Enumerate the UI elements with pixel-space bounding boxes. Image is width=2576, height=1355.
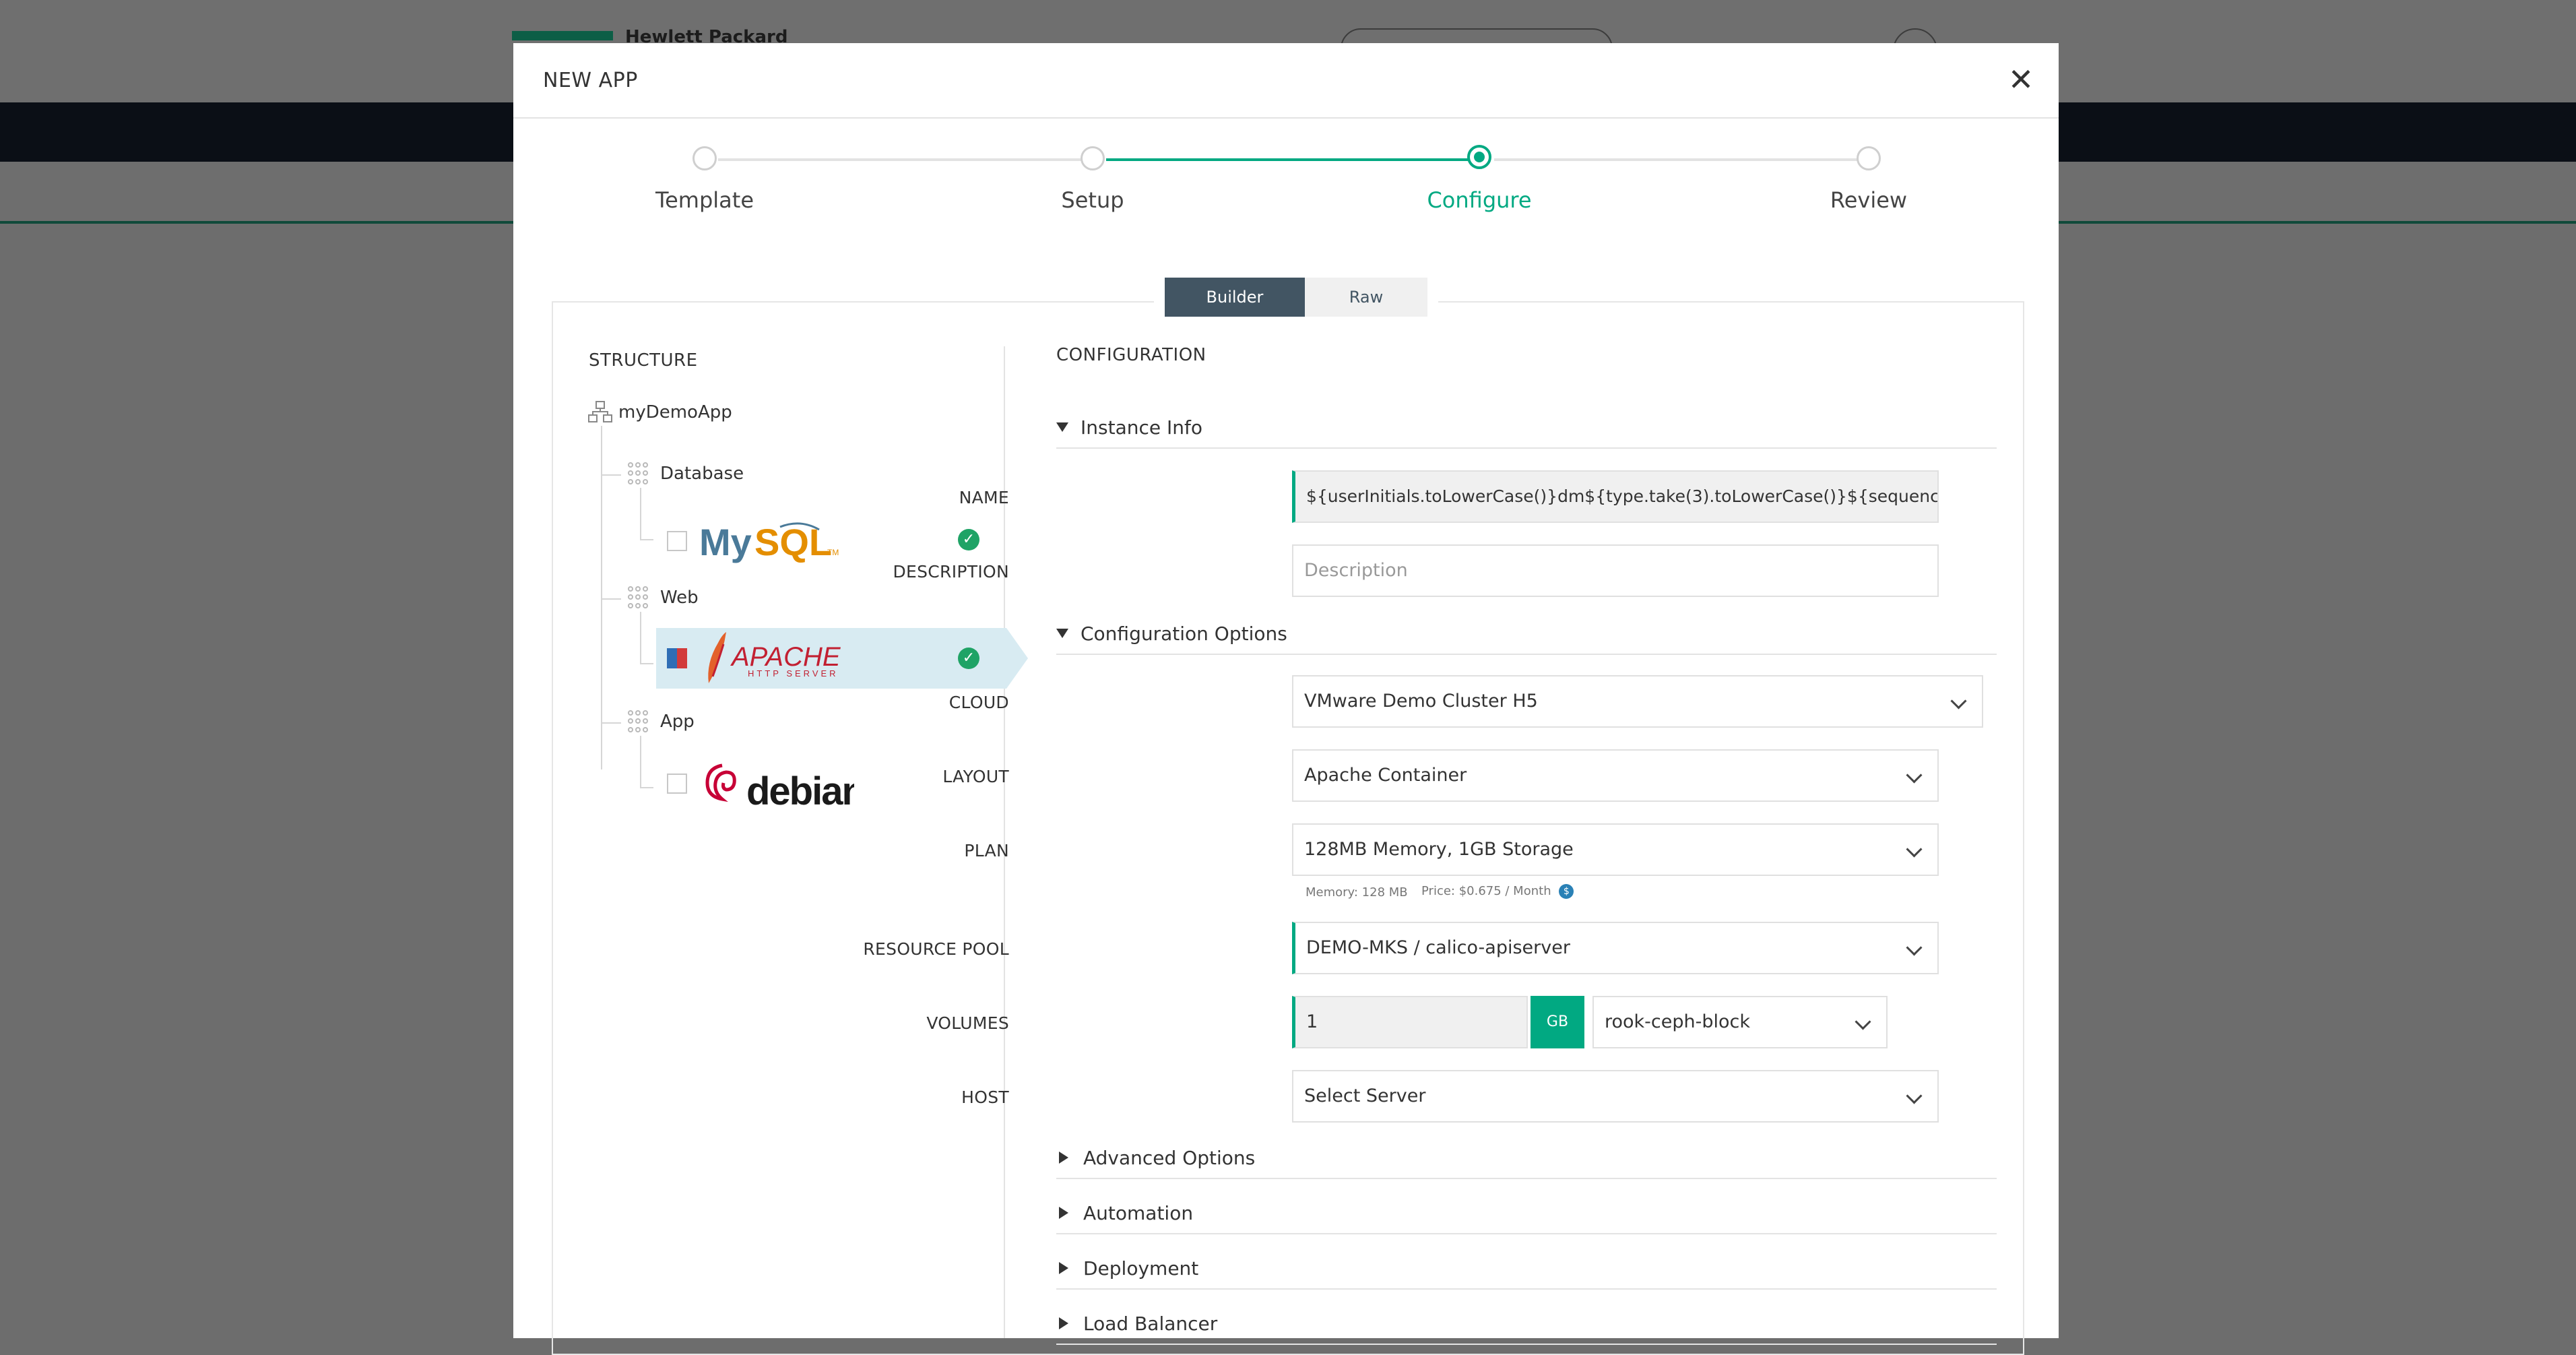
host-select[interactable]: Select Server <box>1292 1070 1939 1123</box>
step-label-configure[interactable]: Configure <box>1378 187 1580 213</box>
instance-info-section[interactable]: Instance Info <box>1056 407 1997 449</box>
section-label: Automation <box>1083 1201 1194 1224</box>
app-structure-icon <box>588 401 612 422</box>
group-label: Database <box>660 464 744 484</box>
view-toggle: Builder Raw <box>1154 278 1438 317</box>
section-label: Configuration Options <box>1081 622 1287 645</box>
step-circle-configure[interactable] <box>1467 145 1491 169</box>
price-info-icon[interactable]: $ <box>1559 884 1574 899</box>
deployment-section[interactable]: Deployment <box>1056 1248 1997 1290</box>
brand-logo-bar <box>512 31 613 40</box>
tree-connector <box>640 612 641 664</box>
tree-group-web[interactable]: Web <box>628 586 699 609</box>
plan-select[interactable]: 128MB Memory, 1GB Storage <box>1292 823 1939 876</box>
volume-unit-button[interactable]: GB <box>1531 996 1584 1048</box>
tree-group-database[interactable]: Database <box>628 462 744 485</box>
configuration-title: CONFIGURATION <box>1056 345 1206 365</box>
mysql-logo: My SQL TM <box>699 521 839 563</box>
structure-title: STRUCTURE <box>589 350 698 371</box>
step-label-review[interactable]: Review <box>1768 187 1970 213</box>
instance-layout-icon <box>667 648 687 668</box>
instance-row-apache[interactable]: APACHE HTTP SERVER ✓ <box>656 628 1006 689</box>
tree-group-app[interactable]: App <box>628 710 695 733</box>
complete-check-icon: ✓ <box>958 529 979 550</box>
layout-label: LAYOUT <box>942 767 1009 786</box>
tree-connector <box>601 598 621 600</box>
tree-root[interactable]: myDemoApp <box>587 400 732 424</box>
tree-connector <box>640 787 653 788</box>
tree-connector <box>640 663 653 664</box>
step-connector-3 <box>1494 158 1871 161</box>
volumes-label: VOLUMES <box>926 1013 1009 1033</box>
tree-connector <box>640 539 653 540</box>
plan-price-text: Price: $0.675 / Month <box>1421 884 1551 898</box>
step-connector-1 <box>718 158 1095 161</box>
caret-right-icon <box>1059 1317 1068 1329</box>
group-grid-icon <box>628 586 651 609</box>
section-label: Deployment <box>1083 1257 1199 1280</box>
tree-connector <box>601 722 621 724</box>
instance-layout-icon <box>667 774 687 794</box>
complete-check-icon: ✓ <box>958 648 979 669</box>
apache-logo: APACHE HTTP SERVER <box>708 632 841 683</box>
tree-connector <box>601 474 621 476</box>
step-connector-2 <box>1106 158 1483 161</box>
selected-row-pointer <box>1006 628 1028 689</box>
section-label: Instance Info <box>1081 416 1202 439</box>
svg-text:APACHE: APACHE <box>730 642 841 672</box>
load-balancer-section[interactable]: Load Balancer <box>1056 1303 1997 1345</box>
name-field[interactable]: ${userInitials.toLowerCase()}dm${type.ta… <box>1292 470 1939 523</box>
caret-right-icon <box>1059 1262 1068 1274</box>
volume-size-field[interactable]: 1 <box>1292 996 1528 1048</box>
tree-connector <box>601 426 602 769</box>
layout-select[interactable]: Apache Container <box>1292 749 1939 802</box>
configuration-options-section[interactable]: Configuration Options <box>1056 613 1997 655</box>
tree-root-label: myDemoApp <box>618 402 732 422</box>
caret-right-icon <box>1059 1207 1068 1219</box>
group-grid-icon <box>628 710 651 733</box>
instance-row-mysql[interactable]: My SQL TM ✓ <box>656 509 1006 570</box>
section-label: Load Balancer <box>1083 1312 1218 1335</box>
description-label: DESCRIPTION <box>893 562 1009 581</box>
automation-section[interactable]: Automation <box>1056 1193 1997 1234</box>
tree-connector <box>640 488 641 540</box>
step-label-setup[interactable]: Setup <box>992 187 1194 213</box>
step-circle-review[interactable] <box>1857 146 1881 170</box>
section-label: Advanced Options <box>1083 1146 1256 1169</box>
wizard-stepper: Template Setup Configure Review <box>513 43 2059 213</box>
name-label: NAME <box>959 488 1009 507</box>
description-field[interactable]: Description <box>1292 544 1939 597</box>
plan-memory-hint: Memory: 128 MB <box>1306 885 1408 900</box>
svg-text:SQL: SQL <box>754 521 832 563</box>
cloud-label: CLOUD <box>948 693 1009 712</box>
resource-pool-label: RESOURCE POOL <box>863 939 1009 959</box>
group-label: App <box>660 712 695 732</box>
raw-tab[interactable]: Raw <box>1305 278 1427 317</box>
step-circle-template[interactable] <box>693 146 717 170</box>
advanced-options-section[interactable]: Advanced Options <box>1056 1137 1997 1179</box>
step-circle-setup[interactable] <box>1081 146 1105 170</box>
step-label-template[interactable]: Template <box>604 187 806 213</box>
new-app-modal: NEW APP ✕ Template Setup Configure Revie… <box>513 43 2059 1355</box>
host-label: HOST <box>961 1088 1009 1107</box>
resource-pool-select[interactable]: DEMO-MKS / calico-apiserver <box>1292 922 1939 974</box>
svg-text:My: My <box>699 521 752 563</box>
tree-connector <box>640 736 641 788</box>
cloud-select[interactable]: VMware Demo Cluster H5 <box>1292 675 1983 728</box>
caret-down-icon <box>1056 422 1068 432</box>
volume-storage-select[interactable]: rook-ceph-block <box>1592 996 1888 1048</box>
plan-label: PLAN <box>964 841 1009 860</box>
caret-right-icon <box>1059 1152 1068 1164</box>
group-label: Web <box>660 588 699 608</box>
svg-text:TM: TM <box>827 548 839 557</box>
group-grid-icon <box>628 462 651 485</box>
svg-text:HTTP SERVER: HTTP SERVER <box>748 668 839 679</box>
caret-down-icon <box>1056 629 1068 638</box>
builder-tab[interactable]: Builder <box>1165 278 1305 317</box>
instance-layout-icon <box>667 531 687 551</box>
plan-price-hint: Price: $0.675 / Month $ <box>1421 884 1574 899</box>
